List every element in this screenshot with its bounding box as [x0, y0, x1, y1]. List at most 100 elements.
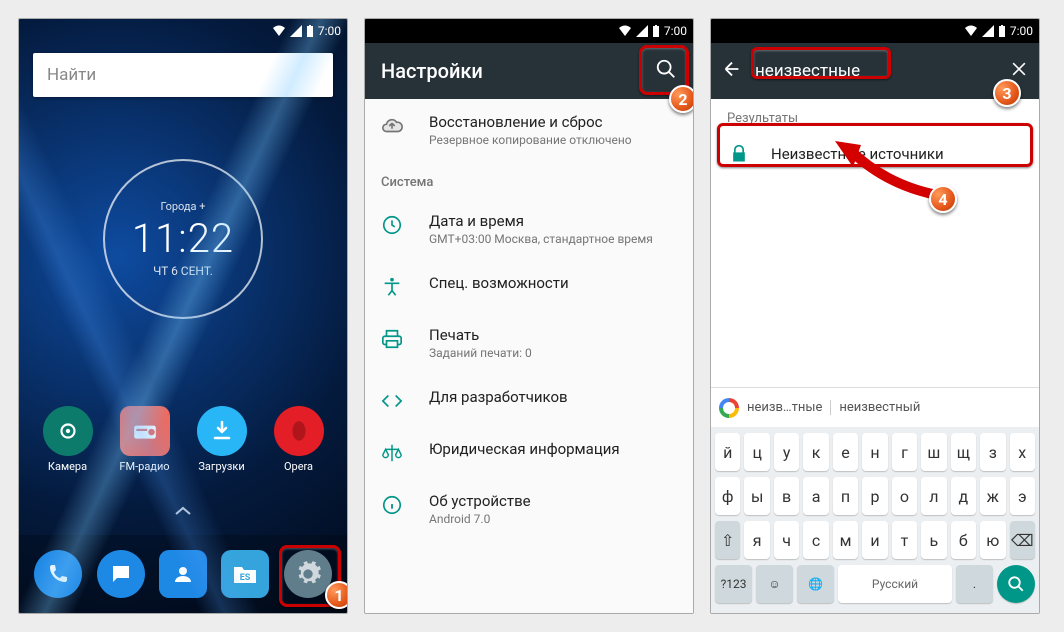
opera-icon [274, 406, 324, 456]
key-symbols[interactable]: ?123 [715, 565, 752, 603]
dock-messages[interactable] [97, 550, 145, 598]
setting-title: Восстановление и сброс [429, 113, 632, 131]
battery-icon [998, 25, 1006, 37]
wifi-icon [964, 25, 978, 37]
accessibility-icon [381, 276, 403, 298]
setting-title: Спец. возможности [429, 274, 569, 292]
key-ь[interactable]: ь [921, 521, 946, 559]
app-downloads[interactable]: Загрузки [189, 406, 255, 473]
key-ф[interactable]: ф [715, 477, 740, 515]
setting-accessibility[interactable]: Спец. возможности [365, 260, 693, 312]
setting-sub: Android 7.0 [429, 512, 531, 526]
key-search[interactable] [997, 565, 1035, 603]
status-time: 7:00 [664, 24, 687, 38]
download-icon [197, 406, 247, 456]
settings-appbar: Настройки [365, 43, 693, 99]
key-я[interactable]: я [744, 521, 769, 559]
app-label: Загрузки [198, 460, 244, 473]
section-system: Система [365, 161, 693, 198]
kb-row-4: ?123 ☺ 🌐 Русский . [715, 565, 1035, 603]
key-о[interactable]: о [892, 477, 917, 515]
key-ю[interactable]: ю [980, 521, 1005, 559]
home-app-row: Камера FM-радио Загрузки [19, 406, 347, 473]
google-icon[interactable] [719, 398, 739, 418]
clock-widget[interactable]: Города + 11:22 ЧТ 6 СЕНТ. [103, 159, 263, 319]
key-у[interactable]: у [774, 433, 799, 471]
settings-list[interactable]: Восстановление и сброс Резервное копиров… [365, 99, 693, 613]
app-opera[interactable]: Opera [266, 406, 332, 473]
back-button[interactable] [721, 58, 743, 84]
key-е[interactable]: е [833, 433, 858, 471]
app-label: Opera [284, 460, 313, 473]
setting-print[interactable]: Печать Заданий печати: 0 [365, 312, 693, 374]
key-б[interactable]: б [951, 521, 976, 559]
key-emoji[interactable]: ☺ [756, 565, 793, 603]
keyboard-area: неизв…тные неизвестный йцукенгшщзх фывап… [711, 387, 1039, 613]
key-ж[interactable]: ж [980, 477, 1005, 515]
home-search-bar[interactable]: Найти [33, 53, 333, 97]
step-badge-4: 4 [929, 185, 957, 213]
search-icon [1007, 575, 1025, 593]
step-badge-1: 1 [325, 581, 348, 609]
key-с[interactable]: с [803, 521, 828, 559]
step-badge-3: 3 [993, 79, 1021, 107]
search-icon [655, 58, 677, 80]
key-ш[interactable]: ш [921, 433, 946, 471]
phone-search: 7:00 Результаты Неизвестные источники не… [710, 18, 1040, 614]
search-placeholder: Найти [47, 65, 96, 85]
setting-title: Дата и время [429, 212, 653, 230]
key-а[interactable]: а [803, 477, 828, 515]
key-э[interactable]: э [1010, 477, 1035, 515]
setting-about[interactable]: Об устройстве Android 7.0 [365, 478, 693, 540]
key-т[interactable]: т [892, 521, 917, 559]
key-к[interactable]: к [803, 433, 828, 471]
key-space[interactable]: Русский [838, 565, 952, 603]
results-header: Результаты [711, 99, 1039, 132]
key-ч[interactable]: ч [774, 521, 799, 559]
clock-icon [381, 214, 403, 236]
dock-phone[interactable] [34, 550, 82, 598]
dock-files[interactable]: ES [221, 550, 269, 598]
app-drawer-handle[interactable] [174, 502, 192, 521]
dock-contacts[interactable] [159, 550, 207, 598]
setting-legal[interactable]: Юридическая информация [365, 426, 693, 478]
app-fmradio[interactable]: FM-радио [112, 406, 178, 473]
setting-backup[interactable]: Восстановление и сброс Резервное копиров… [365, 99, 693, 161]
key-п[interactable]: п [833, 477, 858, 515]
signal-icon [982, 25, 994, 37]
key-м[interactable]: м [833, 521, 858, 559]
key-⇧[interactable]: ⇧ [715, 521, 740, 559]
key-р[interactable]: р [862, 477, 887, 515]
key-language[interactable]: 🌐 [797, 565, 834, 603]
key-⌫[interactable]: ⌫ [1010, 521, 1035, 559]
key-и[interactable]: и [862, 521, 887, 559]
suggestion[interactable]: неизв…тные [747, 400, 822, 415]
key-н[interactable]: н [862, 433, 887, 471]
key-л[interactable]: л [921, 477, 946, 515]
key-з[interactable]: з [980, 433, 1005, 471]
info-icon [381, 494, 403, 516]
suggestion[interactable]: неизвестный [830, 400, 920, 415]
key-х[interactable]: х [1010, 433, 1035, 471]
key-д[interactable]: д [951, 477, 976, 515]
settings-search-input[interactable] [755, 61, 997, 81]
key-щ[interactable]: щ [951, 433, 976, 471]
kb-row-2: фывапролджэ [715, 477, 1035, 515]
signal-icon [636, 25, 648, 37]
app-camera[interactable]: Камера [35, 406, 101, 473]
lock-icon [729, 144, 749, 164]
battery-icon [306, 25, 314, 37]
setting-datetime[interactable]: Дата и время GMT+03:00 Москва, стандартн… [365, 198, 693, 260]
setting-developer[interactable]: Для разработчиков [365, 374, 693, 426]
search-button[interactable] [655, 58, 677, 85]
key-period[interactable]: . [956, 565, 993, 603]
print-icon [381, 328, 403, 350]
key-й[interactable]: й [715, 433, 740, 471]
settings-title: Настройки [381, 59, 483, 83]
key-в[interactable]: в [774, 477, 799, 515]
setting-title: Юридическая информация [429, 440, 620, 458]
key-ц[interactable]: ц [744, 433, 769, 471]
key-ы[interactable]: ы [744, 477, 769, 515]
key-г[interactable]: г [892, 433, 917, 471]
wifi-icon [272, 25, 286, 37]
